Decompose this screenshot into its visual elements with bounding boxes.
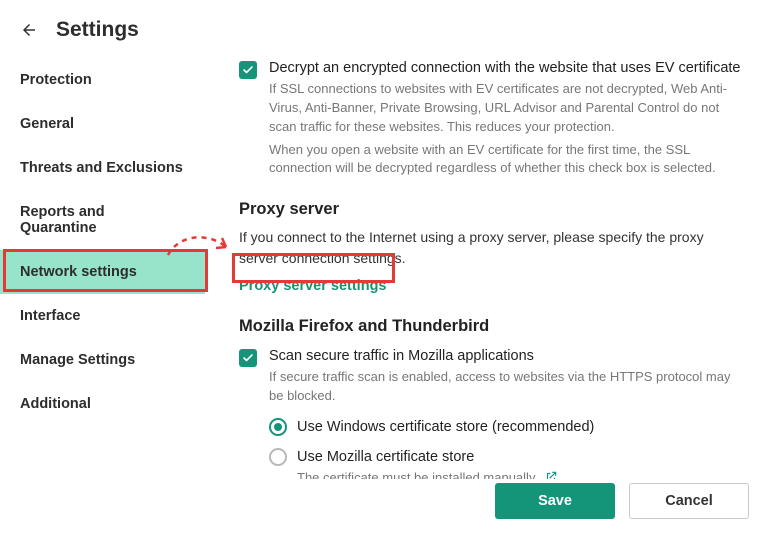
radio-windows-cert-label: Use Windows certificate store (recommend… [297, 419, 594, 435]
sidebar: Protection General Threats and Exclusion… [0, 58, 205, 479]
sidebar-item-additional[interactable]: Additional [0, 382, 205, 426]
ev-decrypt-label: Decrypt an encrypted connection with the… [269, 60, 743, 76]
radio-mozilla-cert-label: Use Mozilla certificate store [297, 449, 474, 465]
content-pane: Decrypt an encrypted connection with the… [205, 58, 771, 479]
sidebar-item-general[interactable]: General [0, 102, 205, 146]
proxy-server-settings-link[interactable]: Proxy server settings [239, 278, 387, 294]
scan-secure-traffic-label: Scan secure traffic in Mozilla applicati… [269, 348, 743, 364]
sidebar-item-threats-exclusions[interactable]: Threats and Exclusions [0, 146, 205, 190]
save-button[interactable]: Save [495, 483, 615, 519]
footer: Save Cancel [0, 479, 771, 536]
ev-decrypt-desc1: If SSL connections to websites with EV c… [269, 80, 743, 137]
radio-mozilla-cert-store[interactable] [269, 448, 287, 466]
proxy-intro: If you connect to the Internet using a p… [239, 227, 743, 268]
sidebar-item-interface[interactable]: Interface [0, 294, 205, 338]
scan-secure-traffic-checkbox[interactable] [239, 349, 257, 367]
firefox-section-title: Mozilla Firefox and Thunderbird [239, 317, 743, 336]
back-icon[interactable] [20, 21, 38, 39]
external-link-icon[interactable] [544, 470, 558, 479]
page-title: Settings [56, 18, 139, 42]
radio-windows-cert-store[interactable] [269, 418, 287, 436]
sidebar-item-reports-quarantine[interactable]: Reports and Quarantine [0, 190, 205, 250]
sidebar-item-manage-settings[interactable]: Manage Settings [0, 338, 205, 382]
cancel-button[interactable]: Cancel [629, 483, 749, 519]
scan-secure-traffic-desc: If secure traffic scan is enabled, acces… [269, 368, 743, 406]
sidebar-item-network-settings[interactable]: Network settings [0, 250, 205, 294]
ev-decrypt-desc2: When you open a website with an EV certi… [269, 141, 743, 179]
sidebar-item-protection[interactable]: Protection [0, 58, 205, 102]
mozilla-cert-note: The certificate must be installed manual… [297, 470, 538, 480]
ev-decrypt-checkbox[interactable] [239, 61, 257, 79]
proxy-section-title: Proxy server [239, 200, 743, 219]
